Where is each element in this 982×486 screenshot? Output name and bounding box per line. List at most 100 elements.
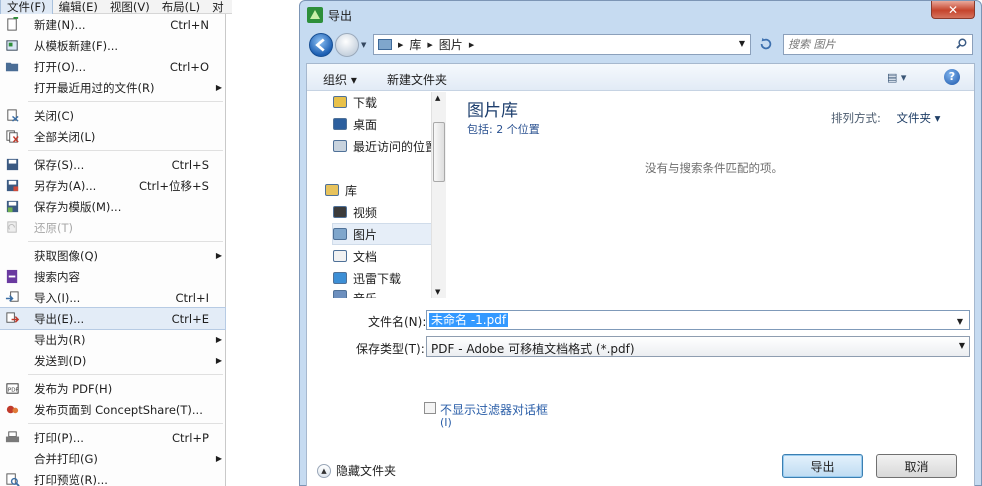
breadcrumb-library[interactable]: 库 — [409, 36, 421, 53]
dialog-title: 导出 — [328, 9, 353, 23]
menu-item[interactable]: 关闭(C) — [0, 105, 225, 126]
menu-separator — [0, 238, 225, 245]
filetype-dropdown-icon[interactable]: ▼ — [959, 341, 965, 350]
refresh-button[interactable] — [755, 34, 777, 55]
hide-folders-label[interactable]: 隐藏文件夹 — [336, 462, 396, 479]
forward-button[interactable] — [335, 33, 359, 57]
menu-layout[interactable]: 布局(L) — [156, 0, 206, 15]
address-dropdown-icon[interactable]: ▼ — [739, 39, 745, 48]
address-bar[interactable]: ▶ 库 ▶ 图片 ▶ ▼ — [373, 34, 751, 55]
menu-item[interactable]: 发布页面到 ConceptShare(T)... — [0, 399, 225, 420]
dialog-content: 组织 ▾ 新建文件夹 ▤ ▾ ? 下载桌面最近访问的位置库视频图片文档迅雷下载音… — [306, 63, 975, 486]
arrange-by-dropdown[interactable]: 文件夹 ▾ — [897, 111, 941, 125]
menu-arrange-partial[interactable]: 对 — [206, 0, 230, 15]
menu-item-label: 打开最近用过的文件(R) — [34, 80, 155, 95]
menu-item[interactable]: 打开(O)... Ctrl+O — [0, 56, 225, 77]
nav-item[interactable]: 下载 — [333, 92, 377, 112]
menu-bar: 文件(F) 编辑(E) 视图(V) 布局(L) 对 — [0, 0, 232, 16]
menu-item[interactable]: 打印(P)... Ctrl+P — [0, 427, 225, 448]
menu-item[interactable]: 导出(E)... Ctrl+E — [0, 307, 226, 330]
export-button[interactable]: 导出 — [782, 454, 863, 478]
menu-item-shortcut: Ctrl+N — [170, 17, 209, 32]
open-folder-icon — [5, 62, 19, 72]
menu-view[interactable]: 视图(V) — [104, 0, 156, 15]
filename-field[interactable]: 未命名 -1.pdf ▼ — [426, 310, 970, 330]
filename-dropdown-icon[interactable]: ▼ — [955, 315, 965, 329]
menu-item[interactable]: PDF 发布为 PDF(H) — [0, 378, 225, 399]
nav-item[interactable]: 迅雷下载 — [333, 268, 401, 288]
nav-scrollbar[interactable]: ▲ ▼ — [431, 92, 446, 298]
filetype-select[interactable]: PDF - Adobe 可移植文档格式 (*.pdf) ▼ — [426, 336, 970, 357]
search-content-icon — [6, 269, 18, 284]
library-locations-link[interactable]: 包括: 2 个位置 — [467, 121, 540, 137]
breadcrumb-separator-icon[interactable]: ▶ — [469, 41, 474, 49]
no-filter-checkbox[interactable] — [424, 402, 436, 414]
organize-button[interactable]: 组织 ▾ — [323, 71, 357, 88]
menu-item[interactable]: 合并打印(G) ▶ — [0, 448, 225, 469]
command-toolbar: 组织 ▾ 新建文件夹 ▤ ▾ ? — [307, 64, 974, 91]
menu-item-label: 发布页面到 ConceptShare(T)... — [34, 402, 203, 417]
menu-item[interactable]: 发送到(D) ▶ — [0, 350, 225, 371]
menu-item[interactable]: 导入(I)... Ctrl+I — [0, 287, 225, 308]
menu-edit[interactable]: 编辑(E) — [53, 0, 104, 15]
menu-item-label: 打印(P)... — [34, 430, 84, 445]
nav-item[interactable]: 文档 — [333, 246, 377, 266]
search-input[interactable] — [788, 37, 948, 52]
breadcrumb-separator-icon[interactable]: ▶ — [398, 41, 403, 49]
menu-item[interactable]: 全部关闭(L) — [0, 126, 225, 147]
scroll-down-icon[interactable]: ▼ — [435, 288, 440, 296]
pdf-icon: PDF — [6, 383, 19, 394]
no-filter-label[interactable]: 不显示过滤器对话框 — [440, 401, 548, 418]
filename-value[interactable]: 未命名 -1.pdf — [429, 313, 509, 327]
nav-item[interactable]: 桌面 — [333, 114, 377, 134]
nav-item[interactable]: 图片 — [332, 223, 442, 245]
library-icon — [325, 184, 339, 196]
breadcrumb-separator-icon[interactable]: ▶ — [427, 41, 432, 49]
menu-item: 还原(T) — [0, 217, 225, 238]
empty-results-message: 没有与搜索条件匹配的项。 — [645, 161, 783, 175]
menu-item[interactable]: 导出为(R) ▶ — [0, 329, 225, 350]
menu-item[interactable]: 保存(S)... Ctrl+S — [0, 154, 225, 175]
menu-item-label: 还原(T) — [34, 220, 73, 235]
search-box[interactable] — [783, 34, 973, 55]
nav-item-label: 图片 — [353, 227, 378, 242]
menu-item[interactable]: 打印预览(R)... — [0, 469, 225, 486]
menu-item[interactable]: 从模板新建(F)... — [0, 35, 225, 56]
nav-item[interactable]: 最近访问的位置 — [333, 136, 437, 156]
nav-item[interactable]: 音乐 — [333, 290, 377, 298]
save-template-icon — [6, 200, 19, 213]
cancel-button[interactable]: 取消 — [876, 454, 957, 478]
nav-item[interactable]: 视频 — [333, 202, 377, 222]
new-folder-button[interactable]: 新建文件夹 — [387, 71, 447, 88]
menu-item-label: 导出为(R) — [34, 332, 86, 347]
nav-item[interactable]: 库 — [325, 180, 357, 200]
breadcrumb-pictures[interactable]: 图片 — [439, 36, 463, 53]
menu-item[interactable]: 打开最近用过的文件(R) ▶ — [0, 77, 225, 98]
menu-item[interactable]: 搜索内容 — [0, 266, 225, 287]
recent-pages-dropdown-icon[interactable]: ▼ — [361, 41, 366, 49]
menu-item-label: 保存(S)... — [34, 157, 85, 172]
help-icon[interactable]: ? — [944, 69, 960, 85]
hide-folders-toggle[interactable]: ▲ 隐藏文件夹 — [317, 462, 396, 479]
svg-text:PDF: PDF — [8, 387, 19, 393]
menu-item[interactable]: 新建(N)... Ctrl+N — [0, 14, 225, 35]
menu-item[interactable]: 另存为(A)... Ctrl+位移+S — [0, 175, 225, 196]
close-button[interactable]: ✕ — [931, 1, 975, 19]
close-all-icon — [6, 130, 19, 143]
search-icon[interactable] — [956, 38, 967, 49]
back-button[interactable] — [309, 33, 333, 57]
file-menu: 新建(N)... Ctrl+N 从模板新建(F)... 打开(O)... Ctrl+O 打… — [0, 14, 226, 486]
scroll-thumb[interactable] — [433, 122, 445, 182]
scroll-up-icon[interactable]: ▲ — [435, 94, 440, 102]
import-icon — [5, 291, 19, 302]
save-icon — [6, 158, 19, 171]
revert-icon — [7, 221, 17, 233]
menu-item[interactable]: 保存为模版(M)... — [0, 196, 225, 217]
nav-item-label: 库 — [345, 183, 358, 198]
menu-item-label: 导入(I)... — [34, 290, 81, 305]
videos-icon — [333, 206, 347, 218]
menu-item-shortcut: Ctrl+S — [171, 157, 209, 172]
menu-item-label: 搜索内容 — [34, 269, 80, 284]
view-options-button[interactable]: ▤ ▾ — [887, 71, 906, 84]
menu-item[interactable]: 获取图像(Q) ▶ — [0, 245, 225, 266]
